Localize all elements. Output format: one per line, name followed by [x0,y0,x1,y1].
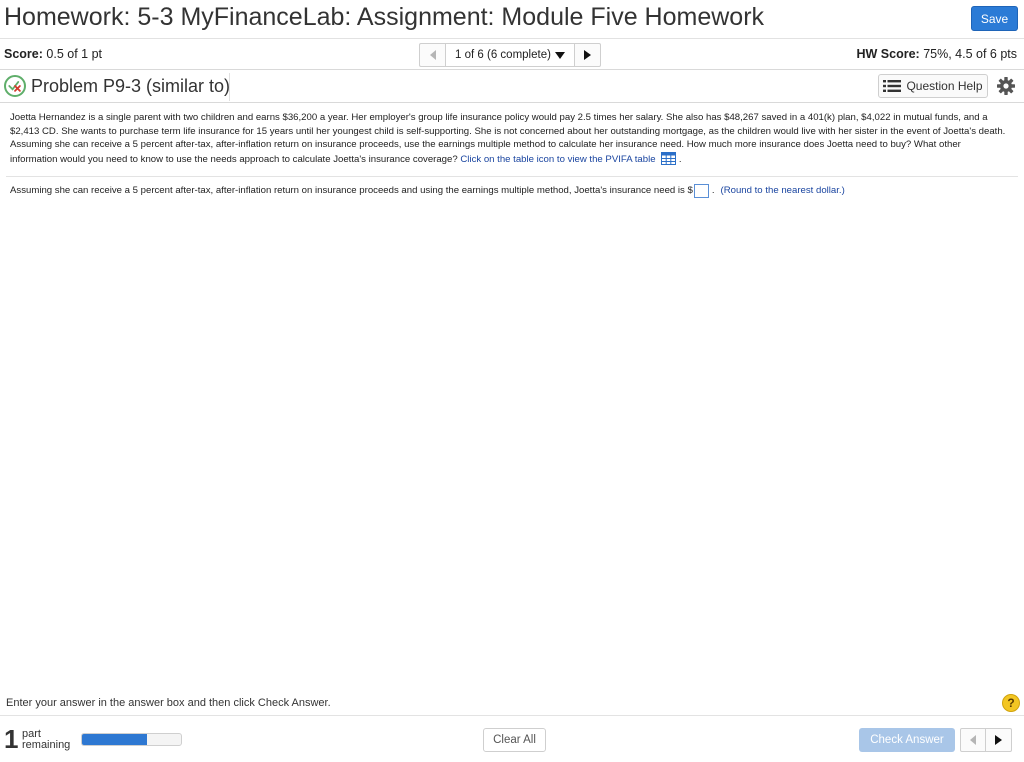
previous-part-button[interactable] [960,728,986,752]
progress-fill [82,734,148,745]
progress-bar [81,733,182,746]
parts-label-line2: remaining [22,739,71,751]
answer-suffix: . [711,185,715,196]
answer-line: Assuming she can receive a 5 percent aft… [10,184,845,198]
score: Score: 0.5 of 1 pt [4,47,102,61]
problem-title: Problem P9-3 (similar to) [31,76,231,96]
arrow-left-icon [429,50,436,60]
question-position: 1 of 6 (6 complete) [455,49,551,61]
question-help-button[interactable]: Question Help [878,74,988,98]
footer-navigator [960,728,1012,752]
divider [6,176,1018,177]
round-note: (Round to the nearest dollar.) [720,185,845,196]
hw-score-label: HW Score: [856,47,920,61]
hw-score: HW Score: 75%, 4.5 of 6 pts [857,47,1018,61]
arrow-right-icon [995,735,1002,745]
footer-bar: 1 part remaining Clear All Check Answer [0,715,1024,762]
parts-remaining-label: part remaining [22,729,70,751]
partial-credit-icon [4,75,26,97]
help-icon[interactable]: ? [1002,694,1020,712]
question-text: Joetta Hernandez is a single parent with… [10,111,1010,166]
answer-prompt: Assuming she can receive a 5 percent aft… [10,185,693,196]
problem-bar: Problem P9-3 (similar to) Question Help [0,71,1024,103]
save-button[interactable]: Save [971,6,1018,31]
arrow-left-icon [970,735,976,745]
instructions: Enter your answer in the answer box and … [6,697,331,709]
previous-question-button[interactable] [419,43,445,67]
title-bar: Homework: 5-3 MyFinanceLab: Assignment: … [0,0,1024,36]
list-icon [883,80,902,92]
question-navigator: 1 of 6 (6 complete) [419,43,601,67]
hw-score-value: 75%, 4.5 of 6 pts [923,47,1017,61]
parts-remaining-count: 1 [4,724,19,754]
question-select[interactable]: 1 of 6 (6 complete) [445,43,575,67]
divider [229,73,230,101]
pvifa-table-link[interactable]: Click on the table icon to view the PVIF… [460,154,655,165]
gear-icon[interactable] [996,76,1016,96]
check-answer-button[interactable]: Check Answer [859,728,955,752]
score-value: 0.5 of 1 pt [46,47,102,61]
next-question-button[interactable] [575,43,601,67]
clear-all-button[interactable]: Clear All [483,728,546,752]
answer-input[interactable] [693,184,709,198]
table-link-suffix: . [678,153,682,165]
table-icon[interactable] [661,151,677,165]
arrow-right-icon [584,50,591,60]
page-title: Homework: 5-3 MyFinanceLab: Assignment: … [4,3,765,31]
next-part-button[interactable] [986,728,1012,752]
score-label: Score: [4,47,43,61]
question-help-label: Question Help [906,79,983,93]
score-bar: Score: 0.5 of 1 pt 1 of 6 (6 complete) H… [0,38,1024,70]
chevron-down-icon [554,51,565,59]
